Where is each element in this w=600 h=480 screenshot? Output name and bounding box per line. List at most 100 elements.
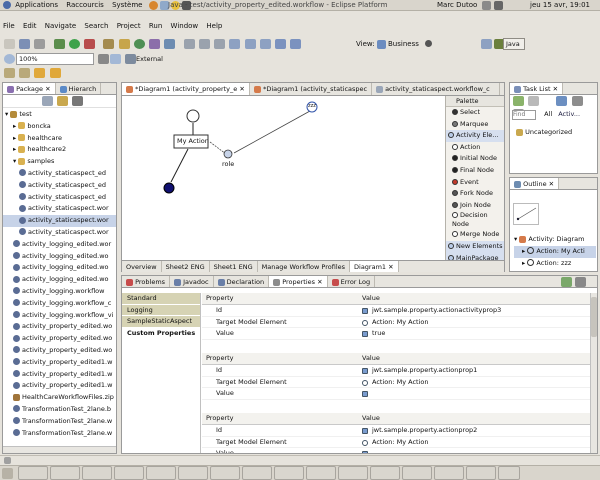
- forward-icon[interactable]: [49, 68, 61, 78]
- package-tree-item[interactable]: ▸ healthcare2: [3, 144, 116, 156]
- property-row[interactable]: Target Model Element Action: My Action: [202, 317, 591, 329]
- package-tree-item[interactable]: ▾ samples: [3, 156, 116, 168]
- user-name[interactable]: Marc Dutoo: [437, 0, 477, 11]
- initial-node[interactable]: [186, 109, 200, 123]
- filter-icon[interactable]: [556, 96, 568, 106]
- palette-event[interactable]: Event: [446, 177, 504, 189]
- package-tree-item[interactable]: activity_staticaspect_ed: [3, 180, 116, 192]
- package-tree-item[interactable]: activity_staticaspect.wor: [3, 227, 116, 239]
- role-icon[interactable]: [223, 149, 233, 159]
- taskbar-window-4[interactable]: [114, 466, 145, 480]
- new-query-icon[interactable]: [528, 96, 540, 106]
- tab-task-list[interactable]: Task List ✕: [510, 83, 564, 94]
- outline-thumbnail[interactable]: [513, 203, 539, 225]
- palette-activity-elements[interactable]: Activity Ele...: [446, 130, 504, 142]
- property-row[interactable]: Id jwt.sample.property.actionactivityprop…: [202, 305, 591, 317]
- package-tree-item[interactable]: TransformationTest_2lane.b: [3, 404, 116, 416]
- taskbar-window-5[interactable]: [146, 466, 177, 480]
- category-custom-properties[interactable]: Custom Properties: [122, 328, 200, 340]
- outline-item-action[interactable]: ▸ Action: My Acti: [514, 245, 596, 258]
- tab-declaration[interactable]: Declaration: [214, 276, 270, 287]
- package-tree-item[interactable]: activity_property_edited.wo: [3, 321, 116, 333]
- package-tree-item[interactable]: activity_property_edited1.w: [3, 369, 116, 381]
- palette-select[interactable]: Select: [446, 107, 504, 119]
- new-icon[interactable]: [4, 39, 15, 49]
- next-annotation-icon[interactable]: [4, 68, 15, 78]
- tab-package[interactable]: Package ✕: [3, 83, 56, 94]
- expand-arrow-icon[interactable]: ▸: [522, 247, 525, 255]
- align-bottom-icon[interactable]: [259, 39, 271, 49]
- property-value[interactable]: Action: My Action: [372, 437, 429, 448]
- task-find-input[interactable]: [512, 109, 536, 120]
- tab-properties[interactable]: Properties ✕: [269, 276, 328, 287]
- property-value[interactable]: jwt.sample.property.actionactivityprop3: [372, 305, 501, 316]
- property-header[interactable]: Property: [206, 293, 234, 304]
- open-perspective-icon[interactable]: [481, 39, 492, 49]
- palette-decision-node[interactable]: Decision Node: [446, 211, 504, 229]
- package-tree-item[interactable]: activity_property_edited1.w: [3, 357, 116, 369]
- external-tools-icon[interactable]: [84, 39, 96, 49]
- taskbar-window-15[interactable]: [466, 466, 497, 480]
- collapse-all-icon[interactable]: [42, 96, 53, 106]
- view-select[interactable]: Business: [388, 36, 419, 52]
- tab-diagram-staticaspect[interactable]: *Diagram1 (activity_staticaspec: [250, 83, 372, 95]
- tab-diagram-property[interactable]: *Diagram1 (activity_property_e ✕: [122, 83, 250, 95]
- palette-action[interactable]: Action: [446, 142, 504, 154]
- package-tree-item[interactable]: activity_logging.workflow: [3, 286, 116, 298]
- value-header[interactable]: Value: [362, 413, 380, 424]
- property-value[interactable]: true: [372, 328, 385, 339]
- property-header[interactable]: Property: [206, 413, 234, 424]
- package-tree-item[interactable]: TransformationTest_2lane.w: [3, 416, 116, 428]
- match-width-icon[interactable]: [274, 39, 286, 49]
- value-header[interactable]: Value: [362, 293, 380, 304]
- print-icon[interactable]: [34, 39, 46, 49]
- align-middle-icon[interactable]: [244, 39, 256, 49]
- diagram-canvas[interactable]: My Action role zzz: [122, 96, 445, 260]
- taskbar-window-1[interactable]: [18, 466, 49, 480]
- tab-problems[interactable]: Problems: [122, 276, 171, 287]
- tab-diagram1[interactable]: Diagram1 ✕: [350, 261, 399, 272]
- zoom-out-icon[interactable]: [4, 54, 15, 64]
- value-header[interactable]: Value: [362, 353, 380, 364]
- taskbar-window-3[interactable]: [82, 466, 113, 480]
- tab-sheet2-eng[interactable]: Sheet2 ENG: [162, 261, 210, 272]
- taskbar-window-9[interactable]: [274, 466, 305, 480]
- menu-raccourcis[interactable]: Raccourcis: [66, 1, 104, 9]
- properties-vscroll[interactable]: [590, 293, 597, 453]
- align-right-icon[interactable]: [214, 39, 226, 49]
- property-row[interactable]: Id jwt.sample.property.actionprop2: [202, 425, 591, 437]
- open-type-icon[interactable]: [149, 39, 161, 49]
- search-icon[interactable]: [164, 39, 176, 49]
- task-filter-all[interactable]: All: [544, 110, 552, 118]
- tab-sheet1-eng[interactable]: Sheet1 ENG: [210, 261, 258, 272]
- property-row[interactable]: Target Model Element Action: My Action: [202, 437, 591, 449]
- show-desktop-icon[interactable]: [2, 467, 13, 479]
- property-row[interactable]: Value true: [202, 328, 591, 341]
- tab-error-log[interactable]: Error Log: [328, 276, 376, 287]
- save-icon[interactable]: [19, 39, 31, 49]
- menu-navigate[interactable]: Navigate: [45, 22, 76, 30]
- package-tree-item[interactable]: HealthCareWorkflowFiles.zip: [3, 392, 116, 404]
- new-java-project-icon[interactable]: [103, 39, 115, 49]
- tab-overview[interactable]: Overview: [122, 261, 162, 272]
- gnome-foot-icon[interactable]: [3, 1, 11, 9]
- external-icon[interactable]: [125, 54, 136, 64]
- debug-icon[interactable]: [53, 39, 65, 49]
- property-row[interactable]: Target Model Element Action: My Action: [202, 377, 591, 389]
- package-tree-item[interactable]: activity_staticaspect.wor: [3, 215, 116, 227]
- clock[interactable]: jeu 15 avr, 19:01: [530, 0, 590, 11]
- expand-arrow-icon[interactable]: ▾: [514, 235, 517, 243]
- align-left-icon[interactable]: [183, 39, 195, 49]
- taskbar-window-6[interactable]: [178, 466, 209, 480]
- taskbar-window-10[interactable]: [306, 466, 337, 480]
- pin-icon[interactable]: [561, 277, 572, 287]
- taskbar-window-13[interactable]: [402, 466, 433, 480]
- property-value[interactable]: Action: My Action: [372, 377, 429, 388]
- view-menu-icon[interactable]: [72, 96, 84, 106]
- match-height-icon[interactable]: [290, 39, 302, 49]
- package-tree-item[interactable]: activity_property_edited.wo: [3, 345, 116, 357]
- edge-action-role[interactable]: [209, 141, 227, 155]
- package-tree-item[interactable]: activity_logging_edited.wo: [3, 274, 116, 286]
- sync-icon[interactable]: [571, 96, 583, 106]
- package-hscroll[interactable]: [3, 446, 116, 453]
